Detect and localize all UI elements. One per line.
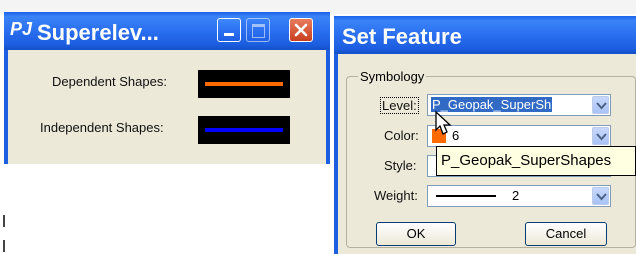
mouse-cursor-icon: [435, 110, 452, 135]
level-dropdown-button[interactable]: [592, 96, 609, 114]
app-icon: PJ: [10, 19, 33, 39]
chevron-down-icon: [596, 133, 607, 141]
level-tooltip: P_Geopak_SuperShapes: [436, 146, 636, 176]
close-button[interactable]: [289, 18, 313, 42]
set-feature-titlebar[interactable]: Set Feature: [334, 16, 636, 54]
cancel-button[interactable]: Cancel: [525, 222, 607, 246]
minimize-icon: [224, 33, 234, 36]
window-title: Set Feature: [342, 24, 462, 49]
independent-line-sample: [205, 128, 283, 132]
maximize-icon: [252, 24, 265, 38]
ok-button[interactable]: OK: [376, 222, 456, 246]
superelevation-window: PJ Superelev... Dependent Shapes: Indepe…: [4, 12, 330, 164]
symbology-legend: Symbology: [358, 69, 427, 84]
superelevation-body: Dependent Shapes: Independent Shapes:: [8, 50, 326, 164]
weight-label: Weight:: [374, 188, 418, 203]
background-mark: [3, 215, 5, 227]
color-label: Color:: [384, 128, 419, 143]
independent-shapes-swatch[interactable]: [198, 116, 290, 144]
weight-line-sample: [436, 195, 496, 197]
dependent-line-sample: [205, 82, 283, 86]
background-fragment: [30, 0, 33, 7]
color-dropdown-button[interactable]: [592, 127, 609, 145]
independent-shapes-label: Independent Shapes:: [40, 120, 164, 135]
set-feature-window: Set Feature Symbology Level: P_Geopak_Su…: [334, 16, 636, 254]
style-label: Style:: [384, 158, 417, 173]
chevron-down-icon: [596, 193, 607, 201]
chevron-down-icon: [596, 102, 607, 110]
weight-value: 2: [512, 188, 520, 203]
weight-select[interactable]: 2: [427, 185, 611, 207]
close-icon: [294, 23, 308, 37]
window-title: Superelev...: [37, 20, 159, 45]
superelevation-titlebar[interactable]: PJ Superelev...: [4, 12, 330, 50]
dependent-shapes-label: Dependent Shapes:: [52, 74, 167, 89]
background-mark: [3, 240, 5, 252]
dependent-shapes-swatch[interactable]: [198, 70, 290, 98]
minimize-button[interactable]: [217, 18, 241, 42]
level-label: Level:: [380, 97, 419, 114]
weight-dropdown-button[interactable]: [592, 187, 609, 205]
window-frame: [326, 50, 330, 164]
maximize-button[interactable]: [246, 18, 270, 42]
